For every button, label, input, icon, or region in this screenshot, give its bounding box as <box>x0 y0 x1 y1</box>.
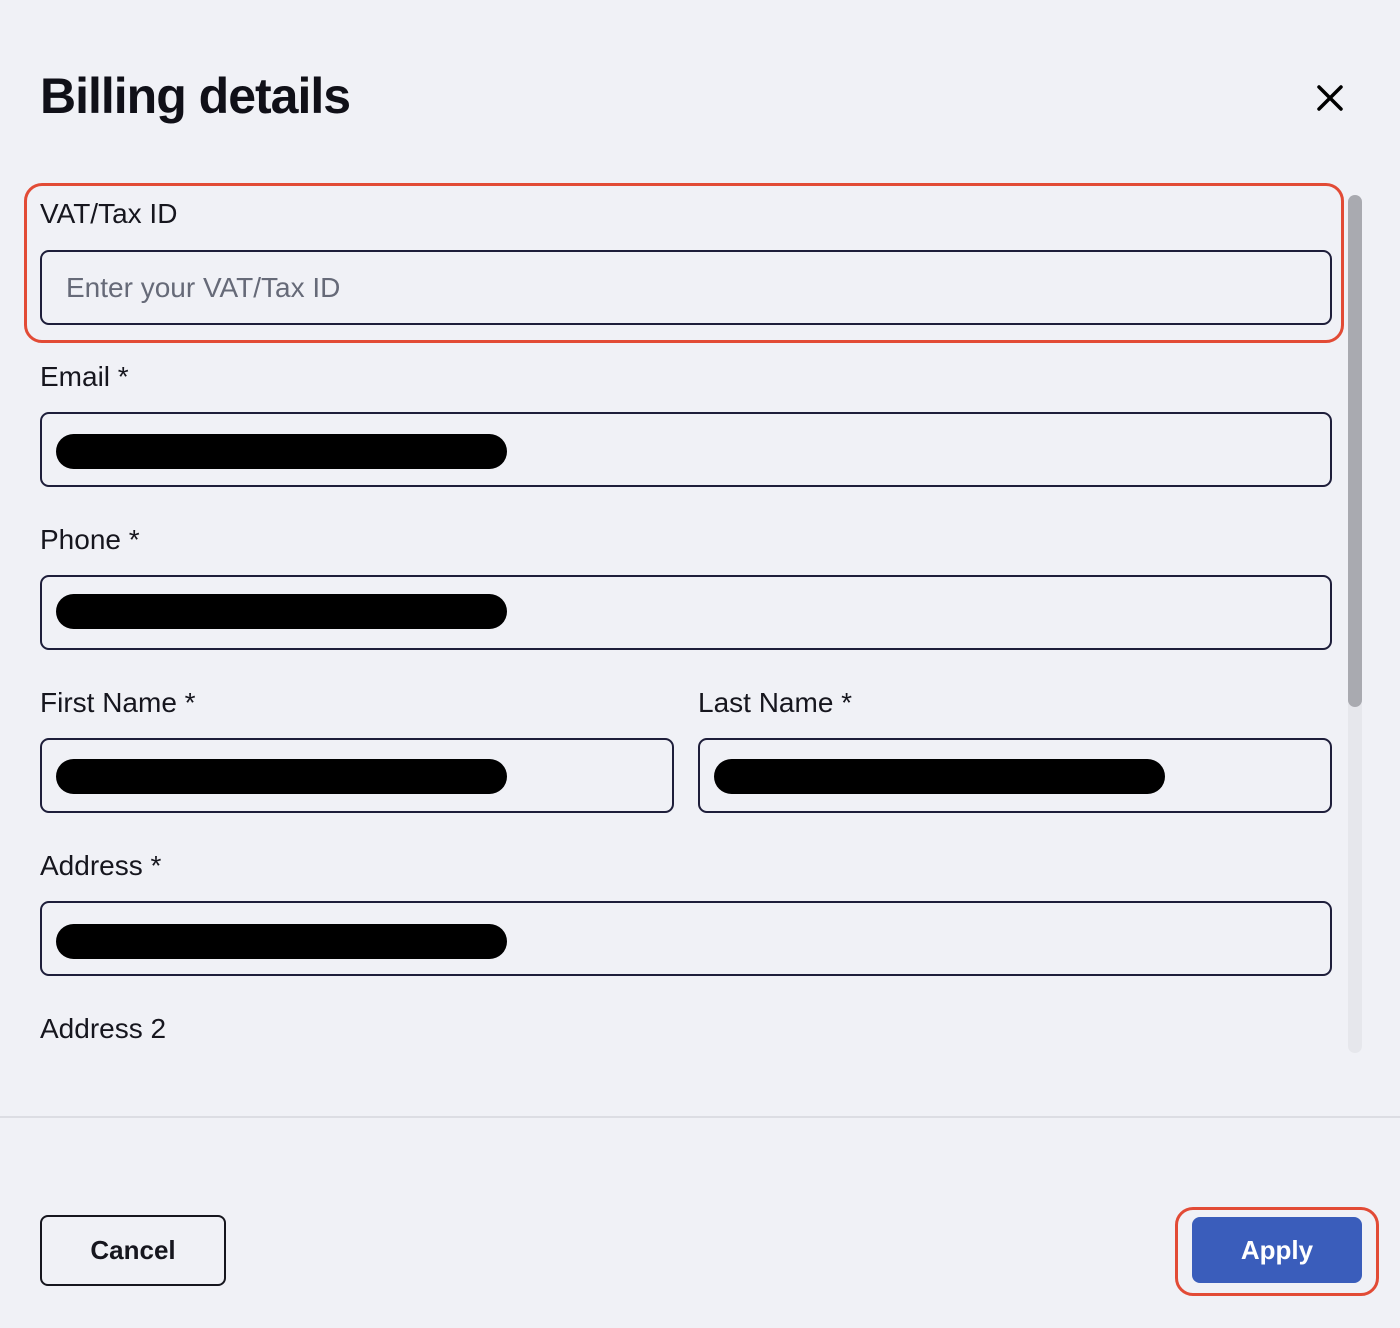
email-label: Email * <box>40 361 129 392</box>
scrollbar[interactable] <box>1348 195 1362 1053</box>
cancel-button[interactable]: Cancel <box>40 1215 226 1286</box>
redacted-last-name-value <box>714 759 1165 794</box>
redacted-phone-value <box>56 594 507 629</box>
vat-label: VAT/Tax ID <box>40 198 178 229</box>
email-field[interactable] <box>40 412 1332 487</box>
vat-field[interactable] <box>40 250 1332 325</box>
address-field[interactable] <box>40 901 1332 976</box>
first-name-field[interactable] <box>40 738 674 813</box>
dialog-title: Billing details <box>40 68 351 124</box>
billing-form: VAT/Tax ID Email * Phone * First Name * … <box>0 160 1400 1060</box>
footer-divider <box>0 1116 1400 1118</box>
scrollbar-thumb[interactable] <box>1348 195 1362 707</box>
close-icon <box>1317 85 1343 111</box>
phone-field[interactable] <box>40 575 1332 650</box>
last-name-field[interactable] <box>698 738 1332 813</box>
phone-label: Phone * <box>40 524 140 555</box>
redacted-address-value <box>56 924 507 959</box>
redacted-email-value <box>56 434 507 469</box>
billing-details-dialog: Billing details VAT/Tax ID Email * Phone… <box>0 0 1400 1328</box>
first-name-label: First Name * <box>40 687 196 718</box>
redacted-first-name-value <box>56 759 507 794</box>
address-label: Address * <box>40 850 162 881</box>
last-name-label: Last Name * <box>698 687 853 718</box>
vat-input[interactable] <box>42 252 1330 323</box>
apply-button[interactable]: Apply <box>1192 1217 1362 1283</box>
address2-label: Address 2 <box>40 1013 167 1044</box>
close-button[interactable] <box>1308 76 1352 120</box>
